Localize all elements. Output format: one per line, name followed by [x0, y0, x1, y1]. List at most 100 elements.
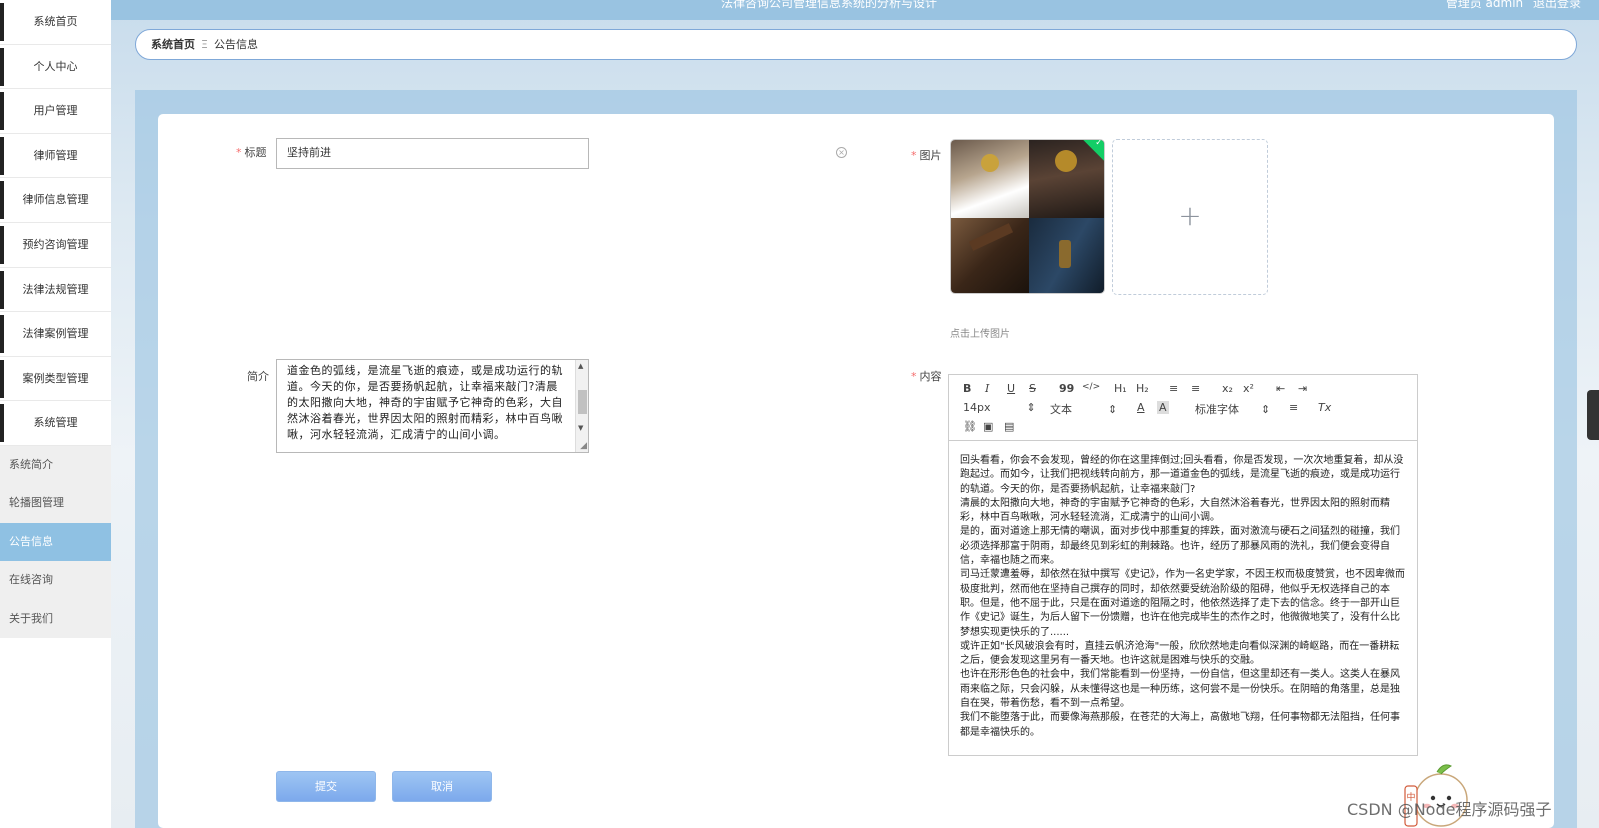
required-mark: *	[911, 149, 917, 162]
sidebar-item-label: 用户管理	[33, 104, 78, 118]
submit-button[interactable]: 提交	[276, 771, 376, 802]
sidebar-item-profile[interactable]: 个人中心	[0, 45, 111, 90]
breadcrumb-separator-icon: Ξ	[201, 38, 208, 51]
sidebar-item-label: 预约咨询管理	[22, 237, 89, 251]
scroll-down-icon[interactable]: ▼	[578, 424, 583, 432]
editor-paragraph: 清晨的太阳撒向大地，神奇的宇宙赋予它神奇的色彩，大自然沐浴着春光，世界因太阳的照…	[960, 497, 1390, 524]
logout-link[interactable]: 退出登录	[1533, 0, 1581, 10]
submenu-item-intro[interactable]: 系统简介	[0, 445, 111, 485]
subscript-icon[interactable]: x₂	[1222, 382, 1233, 395]
superscript-icon[interactable]: x²	[1243, 382, 1254, 395]
header-1-icon[interactable]: H₁	[1114, 382, 1127, 395]
content-label: * 内容	[911, 368, 942, 384]
sidebar-item-appointments[interactable]: 预约咨询管理	[0, 223, 111, 268]
bold-icon[interactable]: B	[963, 382, 971, 395]
sidebar-item-system[interactable]: 系统管理	[0, 401, 111, 446]
resize-grip-icon[interactable]: ◢	[580, 441, 587, 451]
select-arrows-icon: ⇕	[1108, 403, 1118, 416]
font-color-icon[interactable]: A	[1137, 401, 1145, 414]
image-label: * 图片	[911, 147, 942, 163]
align-icon[interactable]: ≡	[1289, 401, 1298, 414]
submenu-item-carousel[interactable]: 轮播图管理	[0, 484, 111, 523]
summary-text: 道金色的弧线，是流星飞逝的痕迹，或是成功运行的轨道。今天的你，是否要扬帆起航，让…	[287, 364, 563, 441]
clear-icon[interactable]: ×	[836, 147, 847, 158]
font-size-value: 14px	[963, 401, 991, 414]
breadcrumb-home[interactable]: 系统首页	[151, 38, 195, 51]
text-format-select[interactable]: 文本 ⇕	[1050, 401, 1117, 417]
italic-icon[interactable]: I	[985, 382, 989, 395]
editor-paragraph: 司马迁蒙遭羞辱，却依然在狱中撰写《史记》，作为一名史学家，不因王权而极度赞赏，也…	[960, 569, 1405, 638]
watermark: CSDN @Node程序源码强子	[1347, 800, 1552, 819]
emblem-icon	[1055, 150, 1077, 172]
title-label-text: 标题	[244, 146, 267, 159]
sidebar-item-lawyer-info[interactable]: 律师信息管理	[0, 178, 111, 223]
underline-icon[interactable]: U	[1007, 382, 1015, 395]
sidebar-item-label: 系统管理	[33, 416, 78, 430]
submenu-item-consult[interactable]: 在线咨询	[0, 561, 111, 600]
image-label-text: 图片	[919, 149, 942, 162]
font-family-select[interactable]: 标准字体 ⇕	[1195, 401, 1270, 417]
clear-format-icon[interactable]: Tx	[1318, 401, 1331, 414]
ordered-list-icon[interactable]: ≡	[1169, 382, 1178, 395]
bullet-list-icon[interactable]: ≡	[1191, 382, 1200, 395]
system-title: 法律咨询公司管理信息系统的分析与设计	[721, 0, 938, 10]
sidebar-item-label: 案例类型管理	[22, 371, 89, 385]
breadcrumb: 系统首页 Ξ 公告信息	[135, 29, 1577, 60]
side-drawer-handle[interactable]	[1587, 390, 1599, 440]
check-icon: ✓	[1095, 139, 1103, 148]
link-icon[interactable]: ⛓	[963, 420, 977, 433]
video-insert-icon[interactable]: ▤	[1004, 420, 1014, 433]
font-size-select[interactable]: 14px ⇕	[963, 401, 1036, 414]
content-label-text: 内容	[919, 370, 942, 383]
uploaded-image-thumbnail[interactable]: ✓	[950, 139, 1105, 294]
sidebar-item-users[interactable]: 用户管理	[0, 89, 111, 134]
scrollbar-thumb[interactable]	[578, 390, 587, 414]
sidebar-item-label: 系统首页	[33, 15, 78, 28]
title-label: * 标题	[236, 144, 267, 160]
upload-add-button[interactable]: +	[1112, 139, 1268, 295]
sidebar-item-label: 法律案例管理	[22, 327, 89, 341]
strikethrough-icon[interactable]: S	[1029, 382, 1036, 395]
textarea-scrollbar[interactable]: ▲ ▼	[575, 360, 588, 452]
scroll-up-icon[interactable]: ▲	[578, 362, 583, 370]
blockquote-icon[interactable]: 99	[1059, 382, 1074, 395]
image-insert-icon[interactable]: ▣	[983, 420, 993, 433]
code-block-icon[interactable]: </>	[1082, 382, 1100, 392]
rich-text-editor[interactable]: B I U S 99 </> H₁ H₂ ≡ ≡ x₂ x² ⇤ ⇥ 14px ⇕…	[948, 374, 1418, 756]
sidebar-item-cases[interactable]: 法律案例管理	[0, 312, 111, 357]
indent-icon[interactable]: ⇥	[1298, 382, 1307, 395]
sidebar-item-home[interactable]: 系统首页	[0, 0, 111, 45]
upload-tip: 点击上传图片	[950, 329, 1010, 340]
submenu-item-about[interactable]: 关于我们	[0, 599, 111, 639]
background-color-icon[interactable]: A	[1157, 401, 1169, 414]
sidebar-item-label: 个人中心	[33, 59, 78, 73]
plus-icon: +	[1178, 199, 1202, 232]
cancel-button[interactable]: 取消	[392, 771, 492, 802]
required-mark: *	[236, 146, 242, 159]
select-arrows-icon: ⇕	[1261, 403, 1271, 416]
user-label: 管理员 admin	[1445, 0, 1524, 10]
editor-content[interactable]: 回头看看，你会不会发现，曾经的你在这里摔倒过;回头看看，你是否发现，一次次地重复…	[960, 454, 1408, 740]
font-family-value: 标准字体	[1195, 403, 1239, 416]
title-input[interactable]: 坚持前进	[276, 138, 589, 169]
gavel-icon	[1059, 240, 1071, 268]
sidebar-item-regulations[interactable]: 法律法规管理	[0, 268, 111, 313]
sidebar-item-label: 法律法规管理	[22, 282, 89, 296]
editor-paragraph: 我们不能堕落于此，而要像海燕那般，在苍茫的大海上，高傲地飞翔，任何事物都无法阻挡…	[960, 712, 1400, 738]
sidebar-item-case-types[interactable]: 案例类型管理	[0, 357, 111, 402]
editor-paragraph: 回头看看，你会不会发现，曾经的你在这里摔倒过;回头看看，你是否发现，一次次地重复…	[960, 455, 1404, 495]
outdent-icon[interactable]: ⇤	[1276, 382, 1285, 395]
select-arrows-icon: ⇕	[1026, 401, 1036, 414]
sidebar-item-label: 律师信息管理	[22, 193, 89, 207]
editor-paragraph: 也许在形形色色的社会中，我们常能看到一份坚持，一份自信，但这里却还有一类人。这类…	[960, 669, 1400, 710]
summary-textarea[interactable]: 道金色的弧线，是流星飞逝的痕迹，或是成功运行的轨道。今天的你，是否要扬帆起航，让…	[276, 359, 589, 453]
emblem-icon	[981, 154, 999, 172]
header-2-icon[interactable]: H₂	[1136, 382, 1149, 395]
sidebar-item-label: 律师管理	[33, 148, 78, 162]
breadcrumb-current: 公告信息	[213, 38, 258, 51]
submenu-item-notice[interactable]: 公告信息	[0, 522, 111, 562]
editor-paragraph: 是的，面对道途上那无情的嘲讽，面对步伐中那重复的摔跌，面对激流与硬石之间猛烈的碰…	[960, 526, 1400, 567]
editor-paragraph: 或许正如"长风破浪会有时，直挂云帆济沧海"一般，欣欣然地走向看似深渊的崎岖路，而…	[960, 640, 1400, 667]
header-right: 管理员 admin 退出登录	[1446, 0, 1581, 11]
sidebar-item-lawyers[interactable]: 律师管理	[0, 134, 111, 179]
